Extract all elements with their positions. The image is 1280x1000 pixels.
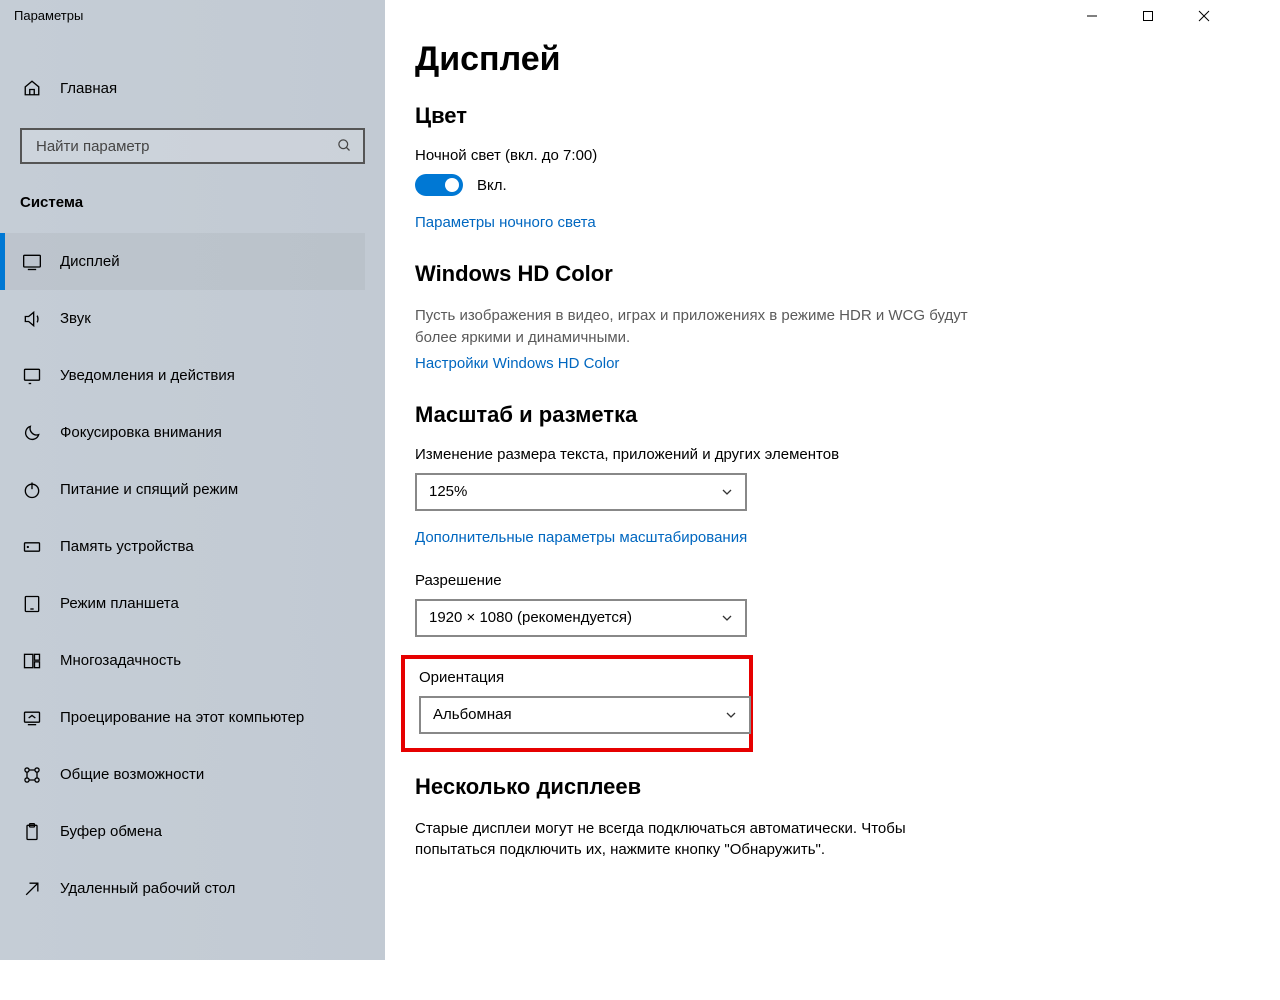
- nightlight-settings-link[interactable]: Параметры ночного света: [415, 214, 596, 231]
- resolution-combo-value: 1920 × 1080 (рекомендуется): [429, 609, 632, 626]
- notifications-icon: [22, 366, 42, 386]
- moon-icon: [22, 423, 42, 443]
- storage-icon: [22, 537, 42, 557]
- sound-icon: [22, 309, 42, 329]
- chevron-down-icon: [721, 486, 733, 498]
- sidebar-item-label: Фокусировка внимания: [60, 424, 222, 441]
- scale-combo[interactable]: 125%: [415, 473, 747, 511]
- sidebar-item-tablet[interactable]: Режим планшета: [0, 575, 365, 632]
- sidebar-item-shared[interactable]: Общие возможности: [0, 746, 365, 803]
- sidebar-item-clipboard[interactable]: Буфер обмена: [0, 803, 365, 860]
- sidebar-item-label: Звук: [60, 310, 91, 327]
- maximize-button[interactable]: [1120, 0, 1176, 32]
- orientation-highlight: Ориентация Альбомная: [401, 655, 753, 752]
- chevron-down-icon: [725, 709, 737, 721]
- section-hdr-heading: Windows HD Color: [415, 261, 1202, 287]
- sidebar-item-power[interactable]: Питание и спящий режим: [0, 461, 365, 518]
- window-controls: [1064, 0, 1232, 32]
- orientation-combo[interactable]: Альбомная: [419, 696, 751, 734]
- resolution-field-label: Разрешение: [415, 572, 1202, 589]
- projecting-icon: [22, 708, 42, 728]
- minimize-button[interactable]: [1064, 0, 1120, 32]
- multidisplay-description: Старые дисплеи могут не всегда подключат…: [415, 818, 975, 862]
- close-button[interactable]: [1176, 0, 1232, 32]
- section-color-heading: Цвет: [415, 103, 1202, 129]
- clipboard-icon: [22, 822, 42, 842]
- sidebar-item-label: Память устройства: [60, 538, 194, 555]
- sidebar: Параметры Главная Система: [0, 0, 385, 960]
- sidebar-item-focus[interactable]: Фокусировка внимания: [0, 404, 365, 461]
- sidebar-item-sound[interactable]: Звук: [0, 290, 365, 347]
- window-title: Параметры: [0, 0, 385, 40]
- sidebar-item-multitasking[interactable]: Многозадачность: [0, 632, 365, 689]
- chevron-down-icon: [721, 612, 733, 624]
- multitasking-icon: [22, 651, 42, 671]
- toggle-state-label: Вкл.: [477, 177, 507, 194]
- sidebar-item-label: Проецирование на этот компьютер: [60, 709, 304, 726]
- scale-combo-value: 125%: [429, 483, 467, 500]
- sidebar-item-label: Общие возможности: [60, 766, 204, 783]
- display-icon: [22, 252, 42, 272]
- sidebar-item-label: Питание и спящий режим: [60, 481, 238, 498]
- shared-icon: [22, 765, 42, 785]
- nav-home-label: Главная: [60, 80, 117, 97]
- hdr-description: Пусть изображения в видео, играх и прило…: [415, 305, 975, 349]
- sidebar-item-remote[interactable]: Удаленный рабочий стол: [0, 860, 365, 917]
- sidebar-section-system: Система: [20, 194, 365, 211]
- nightlight-toggle[interactable]: [415, 174, 463, 196]
- search-box[interactable]: [20, 128, 365, 164]
- power-icon: [22, 480, 42, 500]
- sidebar-item-notifications[interactable]: Уведомления и действия: [0, 347, 365, 404]
- search-icon: [337, 138, 353, 154]
- hdr-settings-link[interactable]: Настройки Windows HD Color: [415, 355, 619, 372]
- scale-field-label: Изменение размера текста, приложений и д…: [415, 446, 1202, 463]
- sidebar-item-label: Удаленный рабочий стол: [60, 880, 235, 897]
- sidebar-item-projecting[interactable]: Проецирование на этот компьютер: [0, 689, 365, 746]
- sidebar-item-label: Многозадачность: [60, 652, 181, 669]
- search-input[interactable]: [36, 138, 337, 155]
- orientation-combo-value: Альбомная: [433, 706, 512, 723]
- page-title: Дисплей: [415, 40, 1202, 79]
- tablet-icon: [22, 594, 42, 614]
- sidebar-item-label: Уведомления и действия: [60, 367, 235, 384]
- sidebar-item-label: Буфер обмена: [60, 823, 162, 840]
- remote-icon: [22, 879, 42, 899]
- orientation-field-label: Ориентация: [419, 669, 735, 686]
- main-content: Дисплей Цвет Ночной свет (вкл. до 7:00) …: [385, 0, 1232, 960]
- sidebar-item-label: Дисплей: [60, 253, 120, 270]
- advanced-scale-link[interactable]: Дополнительные параметры масштабирования: [415, 529, 747, 546]
- nightlight-label: Ночной свет (вкл. до 7:00): [415, 147, 1202, 164]
- sidebar-item-label: Режим планшета: [60, 595, 179, 612]
- section-scale-heading: Масштаб и разметка: [415, 402, 1202, 428]
- nav-home[interactable]: Главная: [20, 70, 365, 106]
- sidebar-item-display[interactable]: Дисплей: [0, 233, 365, 290]
- sidebar-item-storage[interactable]: Память устройства: [0, 518, 365, 575]
- home-icon: [22, 78, 42, 98]
- resolution-combo[interactable]: 1920 × 1080 (рекомендуется): [415, 599, 747, 637]
- section-multidisplay-heading: Несколько дисплеев: [415, 774, 1202, 800]
